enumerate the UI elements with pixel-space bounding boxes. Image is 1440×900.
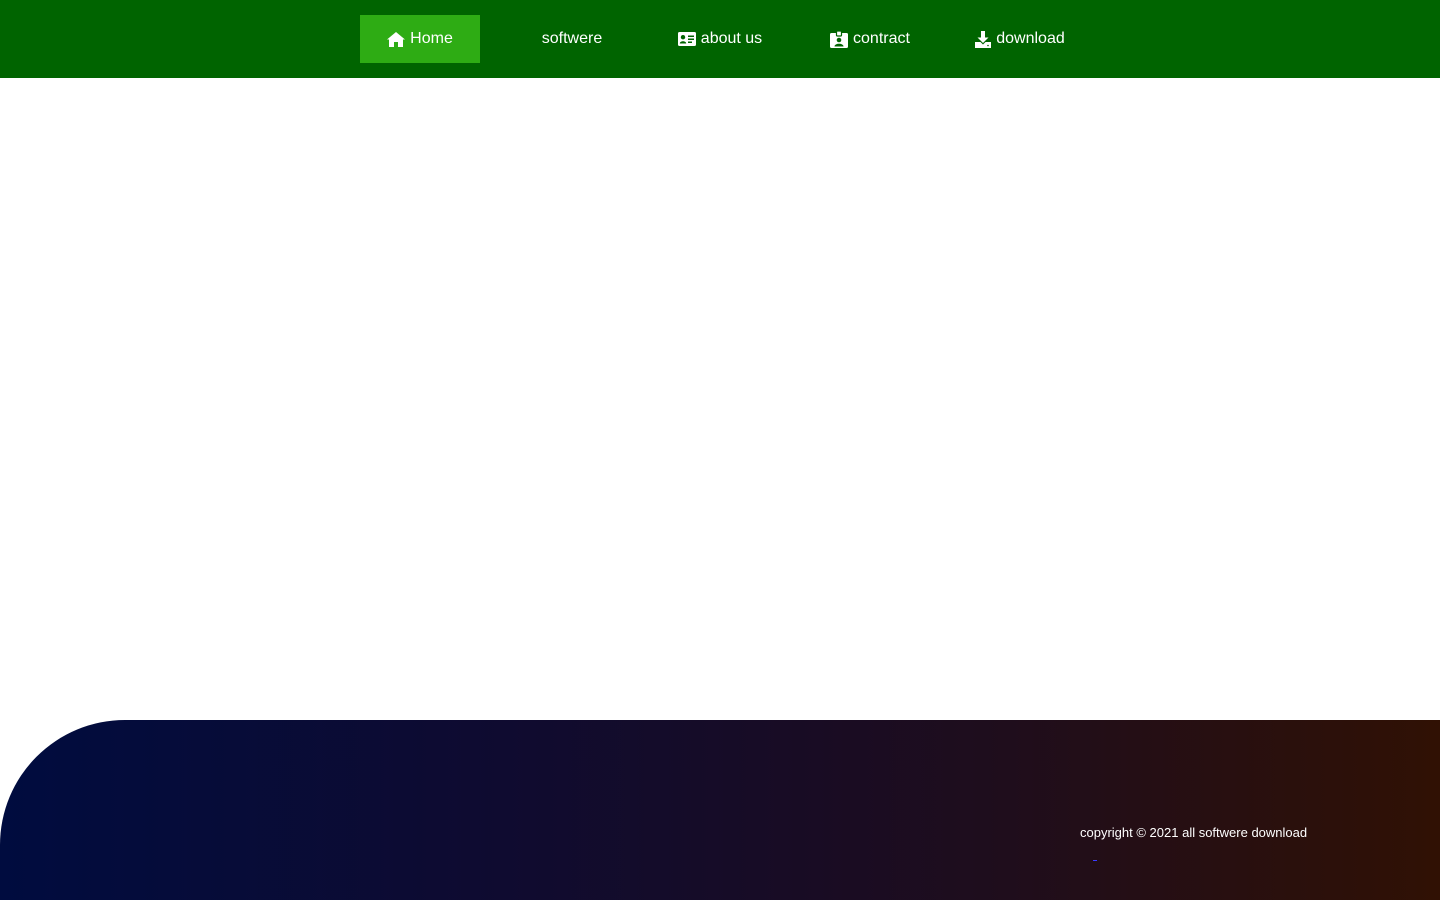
- nav-about-us-link[interactable]: about us: [660, 15, 780, 63]
- nav-softwere-link[interactable]: softwere: [512, 15, 632, 63]
- nav-about-us-label: about us: [700, 30, 763, 47]
- footer-link[interactable]: [1093, 860, 1097, 861]
- nav-home-link[interactable]: Home: [360, 15, 480, 63]
- id-badge-icon: [830, 30, 849, 48]
- home-icon: [387, 31, 406, 47]
- download-icon: [975, 30, 992, 48]
- nav-download-label: download: [996, 30, 1065, 47]
- nav-contract-link[interactable]: contract: [810, 15, 930, 63]
- main-content: [0, 78, 1440, 720]
- nav-download-link[interactable]: download: [960, 15, 1080, 63]
- id-card-icon: [677, 32, 696, 46]
- nav-softwere-label: softwere: [541, 30, 603, 47]
- top-navbar: Home softwere about us contract download: [0, 0, 1440, 78]
- footer: copyright © 2021 all softwere download: [0, 720, 1440, 900]
- nav-contract-label: contract: [853, 30, 910, 47]
- nav-home-label: Home: [410, 30, 453, 47]
- copyright-text: copyright © 2021 all softwere download: [1080, 825, 1308, 840]
